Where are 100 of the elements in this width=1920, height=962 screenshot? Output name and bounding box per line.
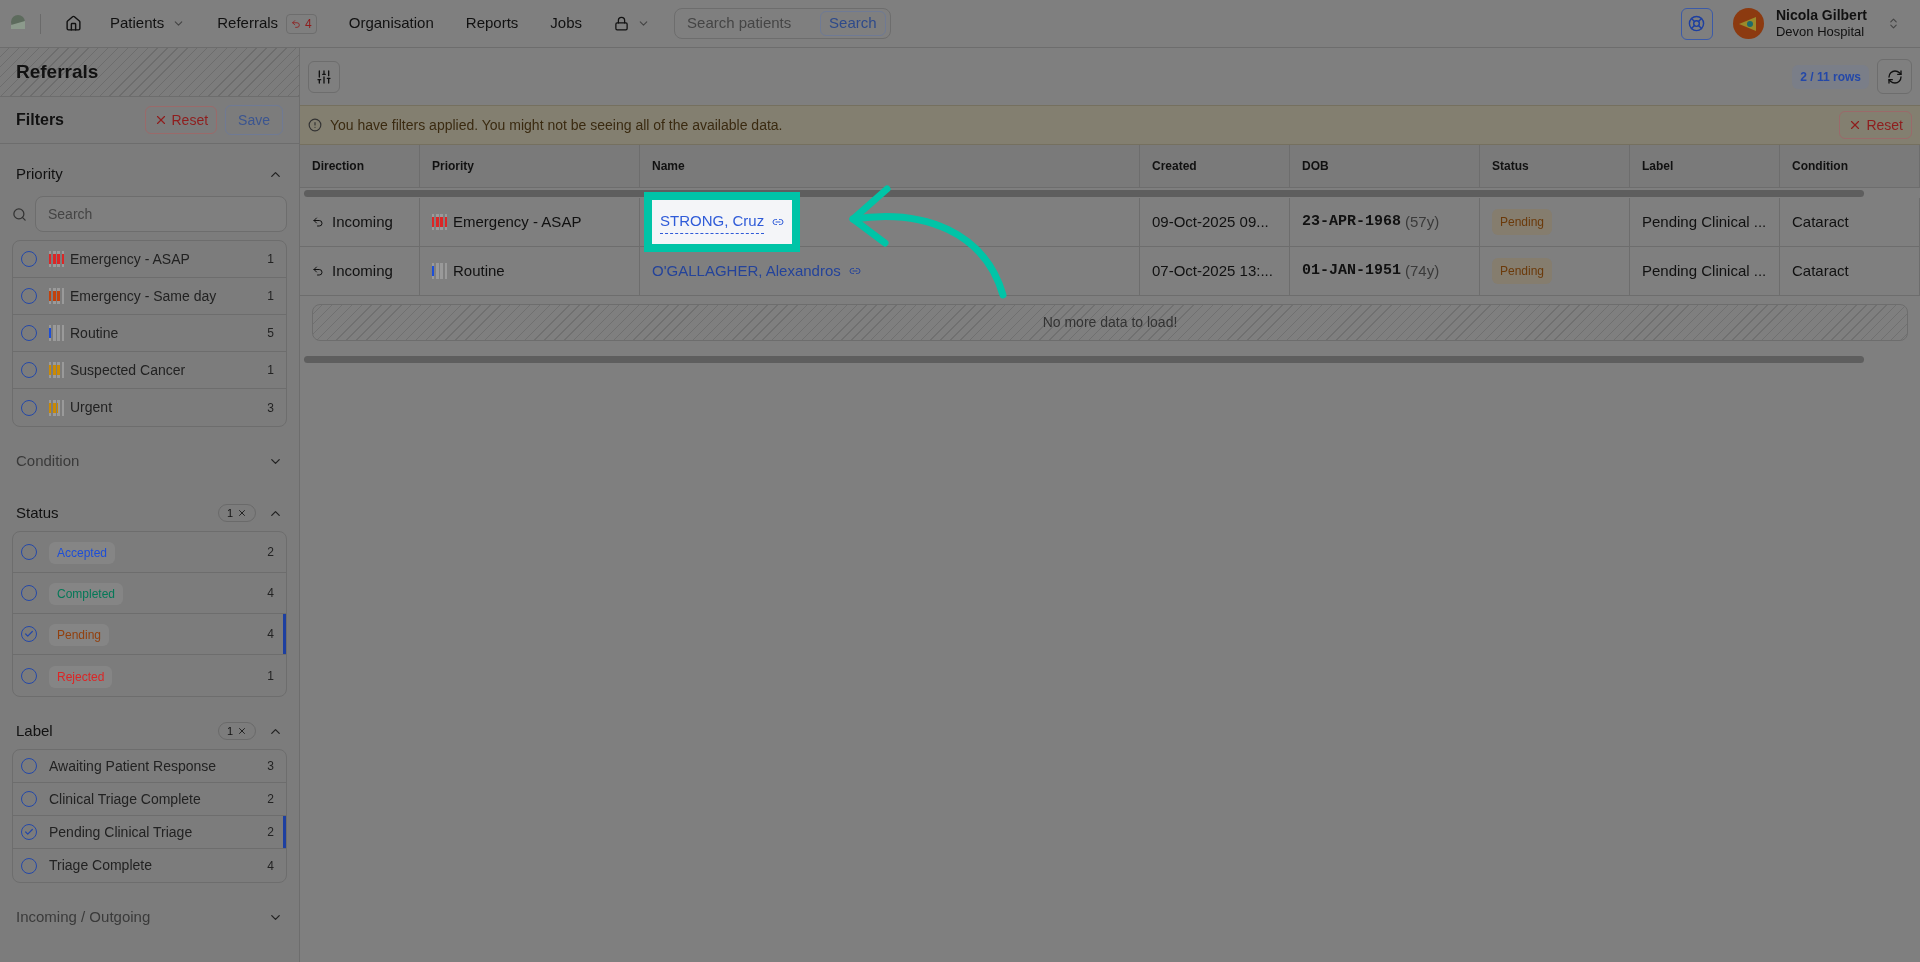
check-icon (24, 827, 34, 837)
option-label: Emergency - ASAP (70, 249, 190, 269)
avatar[interactable] (1732, 8, 1764, 39)
reset-button[interactable]: Reset (144, 106, 218, 134)
option-count: 1 (267, 667, 274, 685)
nav-link[interactable]: Jobs (534, 12, 599, 35)
filter-option[interactable]: Clinical Triage Complete 2 (13, 783, 286, 816)
column-header[interactable]: Direction (300, 145, 420, 187)
filters-heading: Filters (16, 110, 65, 130)
filter-settings-button[interactable] (308, 60, 340, 93)
filter-option[interactable]: Suspected Cancer 1 (13, 352, 286, 389)
row-count-badge: 2 / 11 rows (1792, 64, 1869, 89)
direction-text: Incoming (332, 211, 393, 232)
patient-link[interactable]: O'GALLAGHER, Alexandros (652, 259, 841, 283)
status-pill: Rejected (49, 665, 113, 688)
home-icon[interactable] (65, 15, 82, 32)
no-more-data-notice: No more data to load! (312, 304, 1908, 341)
check-icon (24, 629, 34, 639)
option-count: 2 (267, 791, 274, 808)
sliders-icon (316, 68, 332, 85)
search-input[interactable]: Search patients (687, 12, 813, 35)
search-button[interactable]: Search (820, 11, 886, 36)
option-count: 3 (267, 399, 274, 417)
close-icon[interactable] (237, 508, 247, 518)
created-cell: 09-Oct-2025 09... (1140, 198, 1290, 246)
filter-option[interactable]: Routine 5 (13, 315, 286, 352)
filter-option[interactable]: Emergency - ASAP 1 (13, 241, 286, 278)
section-title: Priority (16, 163, 63, 184)
patient-link[interactable]: STRONG, Cruz (660, 210, 765, 234)
filter-option[interactable]: Rejected 1 (13, 655, 286, 696)
option-count: 4 (267, 857, 274, 875)
banner-reset-button[interactable]: Reset (1839, 111, 1912, 139)
return-arrow-icon (291, 18, 302, 29)
label-cell: Pending Clinical ... (1630, 247, 1780, 295)
account-switch-icon[interactable] (1887, 17, 1900, 30)
referral-count-badge: 4 (286, 13, 317, 34)
nav-link[interactable]: Referrals (217, 12, 279, 35)
eye-logo-icon (1738, 15, 1759, 32)
dob-text: 23-APR-1968 (1302, 211, 1402, 232)
option-count: 4 (267, 626, 274, 643)
help-button[interactable] (1680, 7, 1713, 40)
option-count: 3 (267, 758, 274, 775)
column-header[interactable]: Priority (420, 145, 640, 187)
option-count: 1 (267, 288, 274, 305)
lock-icon (614, 16, 630, 31)
horizontal-scrollbar[interactable] (304, 189, 1864, 197)
option-label: Suspected Cancer (70, 360, 186, 380)
filter-option[interactable]: Pending Clinical Triage 2 (13, 816, 286, 849)
horizontal-scrollbar[interactable] (304, 355, 1864, 363)
age-text: (57y) (1405, 211, 1440, 232)
user-name: Nicola Gilbert (1775, 6, 1867, 25)
column-header[interactable]: Name (640, 145, 1140, 187)
priority-label: Emergency - ASAP (453, 211, 582, 232)
filter-option[interactable]: Accepted 2 (13, 532, 286, 573)
sidebar-title: Referrals (16, 59, 99, 84)
column-header[interactable]: Condition (1780, 145, 1920, 187)
nav-link[interactable]: Organisation (332, 12, 450, 35)
filter-option[interactable]: Completed 4 (13, 573, 286, 614)
option-label: Urgent (70, 398, 113, 417)
status-pill: Completed (49, 583, 124, 605)
refresh-icon (1886, 68, 1903, 85)
section-title: Status (16, 502, 59, 523)
condition-cell: Cataract (1780, 247, 1920, 295)
option-count: 2 (267, 824, 274, 841)
option-count: 2 (267, 544, 274, 561)
column-header[interactable]: Label (1630, 145, 1780, 187)
option-label: Routine (70, 323, 119, 343)
filter-option[interactable]: Pending 4 (13, 614, 286, 655)
option-label: Clinical Triage Complete (49, 789, 202, 809)
filter-option[interactable]: Triage Complete 4 (13, 849, 286, 882)
warning-text: You have filters applied. You might not be seeing all of the available data. (330, 115, 784, 135)
column-header[interactable]: Status (1480, 145, 1630, 187)
option-label: Awaiting Patient Response (49, 756, 218, 776)
age-text: (74y) (1405, 260, 1440, 281)
option-label: Pending Clinical Triage (49, 822, 194, 842)
link-icon[interactable] (772, 216, 785, 228)
status-pill: Accepted (49, 542, 116, 564)
search-icon (12, 206, 27, 222)
direction-text: Incoming (332, 260, 393, 281)
lifebuoy-icon (1688, 15, 1706, 32)
link-icon[interactable] (848, 265, 861, 277)
search-field[interactable]: Search (35, 196, 287, 232)
status-pill: Pending (1492, 209, 1553, 235)
option-count: 4 (267, 585, 274, 602)
column-header[interactable]: Created (1140, 145, 1290, 187)
option-count: 1 (267, 362, 274, 379)
patient-search[interactable]: Search patients Search (674, 8, 891, 39)
filter-option[interactable]: Emergency - Same day 1 (13, 278, 286, 315)
section-title: Label (16, 720, 53, 741)
filter-option[interactable]: Awaiting Patient Response 3 (13, 750, 286, 783)
option-count: 5 (267, 325, 274, 342)
column-header[interactable]: DOB (1290, 145, 1480, 187)
close-icon[interactable] (237, 726, 247, 736)
nav-link[interactable]: Reports (449, 12, 535, 35)
refresh-button[interactable] (1877, 59, 1912, 94)
option-count: 1 (267, 251, 274, 268)
nav-menu[interactable]: Patients (94, 12, 202, 35)
condition-cell: Cataract (1780, 198, 1920, 246)
status-pill: Pending (1492, 258, 1553, 284)
filter-option[interactable]: Urgent 3 (13, 389, 286, 426)
